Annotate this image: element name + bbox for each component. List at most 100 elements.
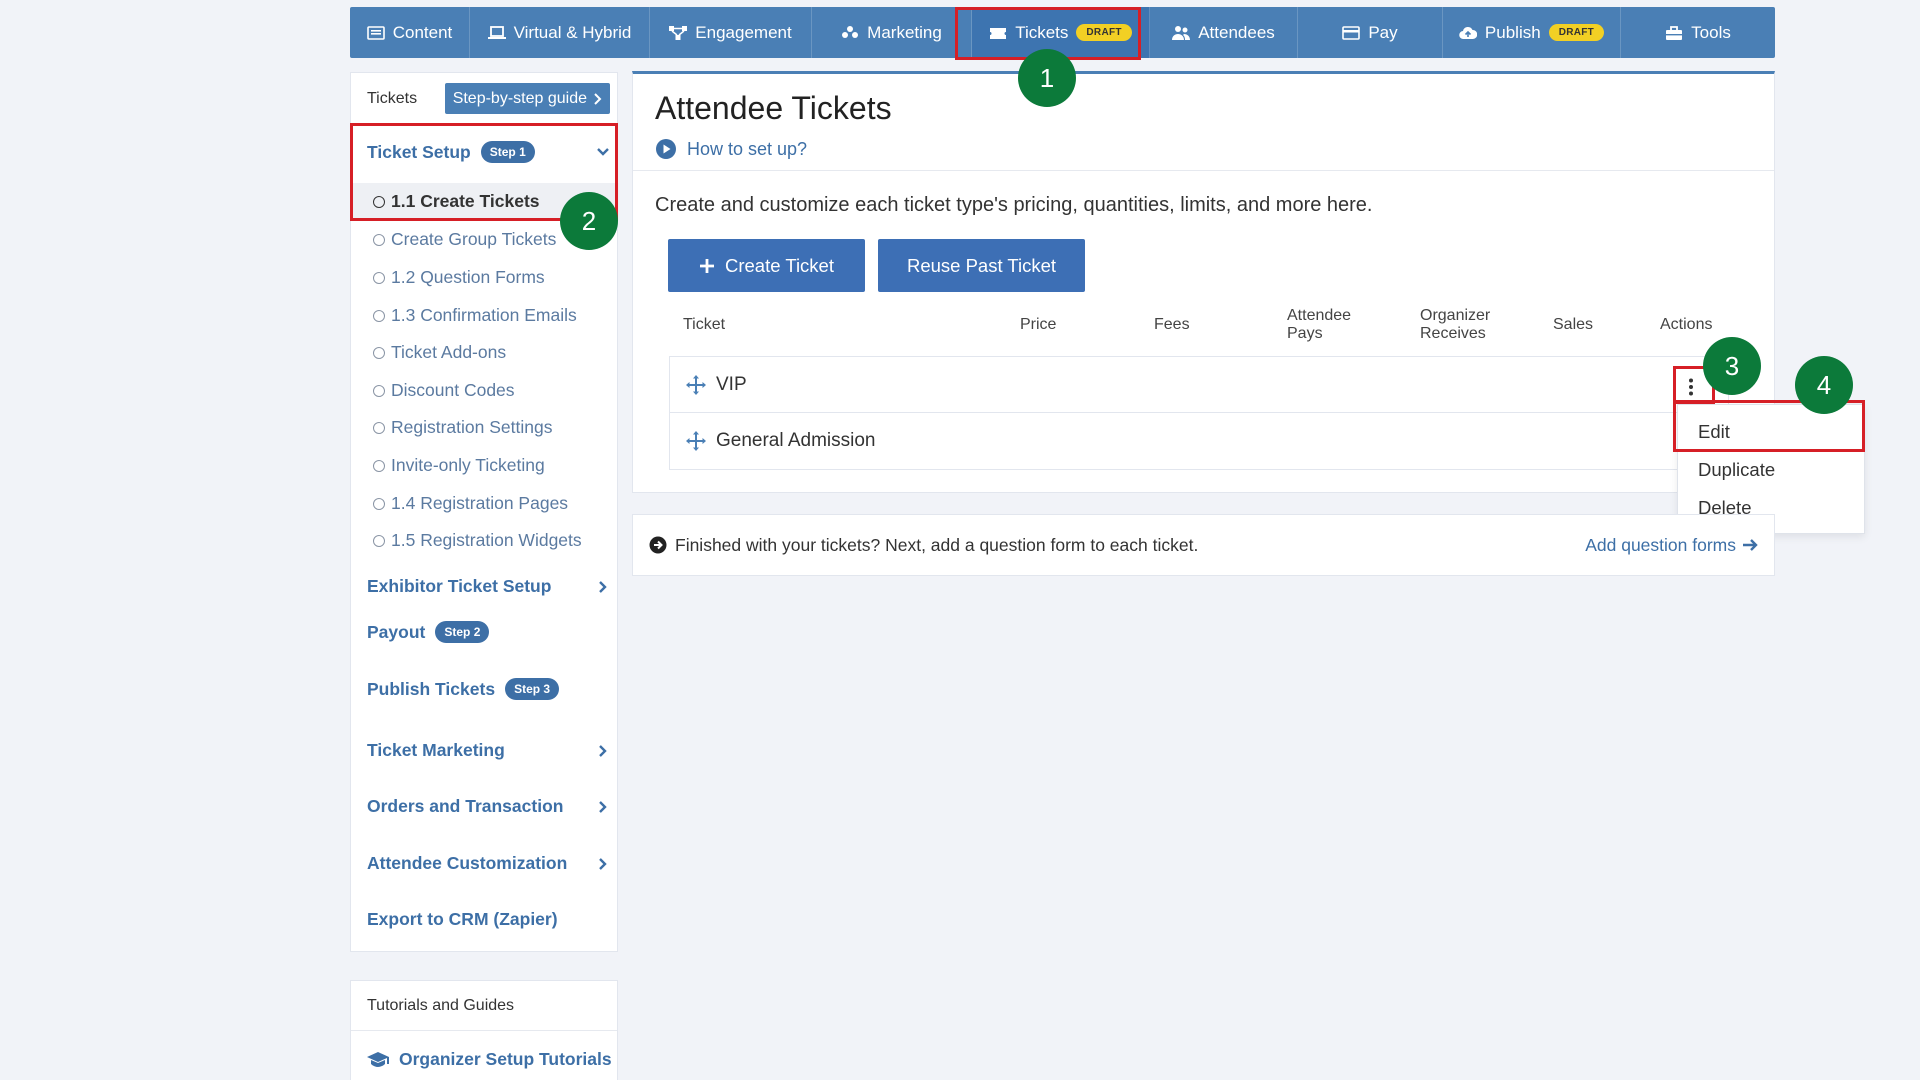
nav-publish[interactable]: Publish DRAFT	[1443, 7, 1621, 58]
sidebar-item-registration-widgets[interactable]: 1.5 Registration Widgets	[373, 530, 582, 551]
column-header-organizer-receives: Organizer Receives	[1420, 307, 1491, 342]
nav-attendees[interactable]: Attendees	[1150, 7, 1298, 58]
menu-item-edit[interactable]: Edit	[1698, 421, 1730, 443]
create-ticket-label: Create Ticket	[725, 254, 834, 276]
circle-icon	[373, 346, 385, 359]
sidebar-item-invite-only-ticketing[interactable]: Invite-only Ticketing	[373, 455, 545, 476]
ticket-name: VIP	[716, 373, 747, 395]
nav-label: Publish	[1484, 22, 1541, 42]
nav-tools[interactable]: Tools	[1621, 7, 1775, 58]
create-ticket-button[interactable]: Create Ticket	[668, 239, 865, 292]
card-icon	[1342, 25, 1361, 40]
toolbox-icon	[1666, 25, 1683, 40]
plus-icon	[700, 258, 714, 273]
organizer-setup-tutorials-link[interactable]: Organizer Setup Tutorials	[351, 1031, 617, 1070]
sidebar-item-label: 1.1 Create Tickets	[391, 191, 540, 211]
sidebar-item-label: 1.5 Registration Widgets	[391, 530, 582, 550]
circle-icon	[373, 233, 385, 246]
next-step-banner: Finished with your tickets? Next, add a …	[632, 514, 1775, 576]
attendee-tickets-panel: Attendee Tickets How to set up? Create a…	[632, 71, 1775, 493]
how-to-set-up-link[interactable]: How to set up?	[655, 138, 807, 160]
tutorials-link-label: Organizer Setup Tutorials	[399, 1049, 612, 1069]
nav-tickets[interactable]: Tickets DRAFT	[972, 7, 1150, 58]
sidebar-section-ticket-marketing[interactable]: Ticket Marketing	[367, 740, 609, 761]
sidebar-item-create-group-tickets[interactable]: Create Group Tickets	[373, 229, 556, 250]
sidebar-section-exhibitor-ticket-setup[interactable]: Exhibitor Ticket Setup	[367, 576, 609, 597]
nav-label: Attendees	[1198, 22, 1275, 42]
tutorials-panel: Tutorials and Guides Organizer Setup Tut…	[350, 980, 618, 1080]
step-by-step-guide-button[interactable]: Step-by-step guide	[444, 83, 610, 114]
more-vertical-icon	[1689, 378, 1693, 396]
section-label: Attendee Customization	[367, 853, 568, 873]
nav-label: Tools	[1691, 22, 1731, 42]
ticket-row-vip[interactable]: VIP	[669, 356, 1729, 413]
sidebar-item-registration-settings[interactable]: Registration Settings	[373, 417, 552, 438]
sidebar-section-attendee-customization[interactable]: Attendee Customization	[367, 853, 609, 874]
nav-engagement[interactable]: Engagement	[650, 7, 812, 58]
sidebar-item-label: 1.4 Registration Pages	[391, 493, 569, 513]
circle-icon	[373, 459, 385, 472]
sidebar-section-payout[interactable]: Payout Step 2	[367, 621, 609, 643]
nav-label: Engagement	[695, 22, 792, 42]
sidebar-section-export-to-crm[interactable]: Export to CRM (Zapier)	[367, 909, 609, 930]
next-step-text: Finished with your tickets? Next, add a …	[675, 534, 1199, 555]
drag-handle-icon[interactable]	[686, 374, 706, 395]
sidebar-item-discount-codes[interactable]: Discount Codes	[373, 380, 515, 401]
sidebar-item-label: Registration Settings	[391, 417, 553, 437]
sidebar-item-confirmation-emails[interactable]: 1.3 Confirmation Emails	[373, 305, 577, 326]
nav-marketing[interactable]: Marketing	[812, 7, 972, 58]
step-badge: Step 3	[505, 678, 560, 700]
nav-label: Pay	[1368, 22, 1398, 42]
drag-handle-icon[interactable]	[686, 431, 706, 451]
play-circle-icon	[656, 139, 676, 159]
reuse-past-ticket-button[interactable]: Reuse Past Ticket	[878, 239, 1085, 292]
users-icon	[1172, 25, 1191, 40]
sidebar-section-orders-and-transaction[interactable]: Orders and Transaction	[367, 796, 609, 817]
sidebar-title: Tickets	[367, 89, 418, 107]
tutorials-header: Tutorials and Guides	[351, 981, 617, 1031]
ticket-name: General Admission	[716, 430, 876, 451]
ticket-row-general-admission[interactable]: General Admission	[669, 413, 1729, 470]
divider	[633, 170, 1774, 171]
section-label: Exhibitor Ticket Setup	[367, 576, 552, 596]
column-header-price: Price	[1020, 316, 1057, 333]
section-label: Orders and Transaction	[367, 796, 564, 816]
sidebar-item-question-forms[interactable]: 1.2 Question Forms	[373, 267, 545, 288]
nav-label: Marketing	[867, 22, 942, 42]
nav-virtual-hybrid[interactable]: Virtual & Hybrid	[470, 7, 650, 58]
sidebar-item-create-tickets[interactable]: 1.1 Create Tickets	[373, 191, 540, 212]
nav-pay[interactable]: Pay	[1298, 7, 1443, 58]
step-marker-1: 1	[1018, 49, 1076, 107]
circle-icon	[373, 534, 385, 547]
ticket-icon	[990, 27, 1007, 39]
step-marker-2: 2	[560, 192, 618, 250]
column-header-sales: Sales	[1553, 316, 1594, 333]
section-label: Ticket Marketing	[367, 740, 505, 760]
chevron-down-icon	[597, 148, 609, 156]
page-description: Create and customize each ticket type's …	[655, 194, 1373, 216]
add-question-forms-label: Add question forms	[1585, 534, 1736, 555]
step-marker-3: 3	[1703, 337, 1761, 395]
sidebar-section-publish-tickets[interactable]: Publish Tickets Step 3	[367, 678, 609, 700]
section-label: Publish Tickets	[367, 678, 496, 699]
sidebar-item-label: Discount Codes	[391, 380, 515, 400]
add-question-forms-link[interactable]: Add question forms	[1585, 535, 1758, 556]
section-label: Export to CRM (Zapier)	[367, 909, 558, 929]
sidebar-item-label: Create Group Tickets	[391, 229, 557, 249]
step-marker-4: 4	[1795, 356, 1853, 414]
reuse-past-ticket-label: Reuse Past Ticket	[906, 254, 1057, 276]
chevron-right-icon	[599, 744, 607, 757]
menu-item-duplicate[interactable]: Duplicate	[1698, 459, 1775, 481]
laptop-icon	[487, 25, 506, 39]
chevron-right-icon	[594, 92, 602, 105]
sidebar-item-ticket-add-ons[interactable]: Ticket Add-ons	[373, 342, 506, 363]
group-icon	[842, 25, 859, 38]
section-label: Payout	[367, 621, 426, 642]
step-badge: Step 1	[480, 141, 535, 163]
sidebar-section-ticket-setup[interactable]: Ticket Setup Step 1	[367, 141, 609, 163]
sidebar-item-registration-pages[interactable]: 1.4 Registration Pages	[373, 493, 568, 514]
sidebar-item-label: 1.3 Confirmation Emails	[391, 305, 577, 325]
column-header-fees: Fees	[1154, 316, 1190, 333]
sidebar-item-label: Invite-only Ticketing	[391, 455, 545, 475]
nav-content[interactable]: Content	[350, 7, 470, 58]
